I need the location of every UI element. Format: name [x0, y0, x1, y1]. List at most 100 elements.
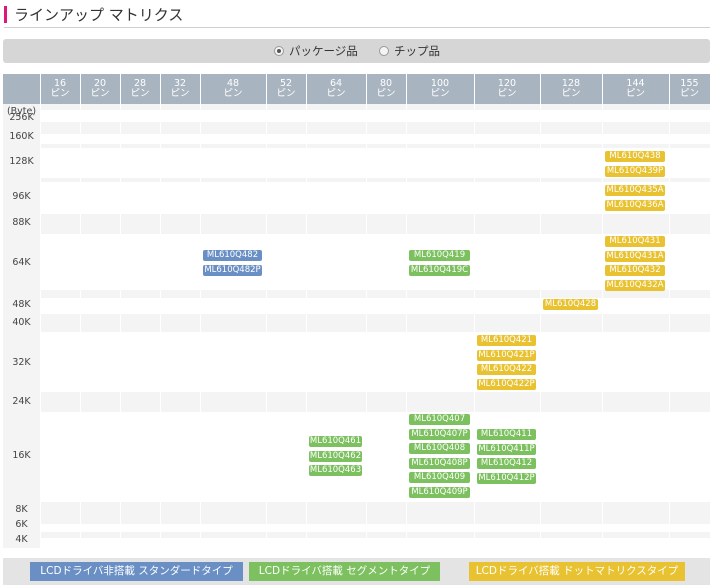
part-chip[interactable]: ML610Q461	[309, 436, 362, 447]
memory-size-label: 48K	[12, 299, 31, 310]
column-divider	[306, 74, 307, 548]
pin-unit: ピン	[90, 88, 110, 99]
part-chip[interactable]: ML610Q407	[409, 414, 470, 425]
part-chip[interactable]: ML610Q421P	[477, 349, 536, 361]
pin-column-header: 28 ピン	[120, 74, 160, 104]
matrix-row-band	[40, 332, 710, 392]
pin-column-header: 52 ピン	[266, 74, 306, 104]
pin-column-header: 20 ピン	[80, 74, 120, 104]
part-chip[interactable]: ML610Q409	[409, 472, 470, 483]
part-chip[interactable]: ML610Q436A	[605, 199, 665, 211]
memory-size-label: 8K	[15, 504, 28, 515]
lineup-matrix: 16 ピン 20 ピン 28 ピン 32 ピン 48 ピン 52 ピン 64 ピン 80 ピン 100 ピン 120…	[3, 74, 711, 548]
memory-size-label: 96K	[12, 191, 31, 202]
part-chip[interactable]: ML610Q408P	[409, 457, 470, 469]
memory-size-label: 40K	[12, 317, 31, 328]
pin-column-header: 120 ピン	[474, 74, 540, 104]
part-chip[interactable]: ML610Q439P	[605, 165, 665, 177]
pin-unit: ピン	[430, 88, 450, 99]
radio-package-label: パッケージ品	[289, 44, 358, 58]
column-divider	[366, 74, 367, 548]
part-chip[interactable]: ML610Q462	[309, 450, 362, 462]
pin-column-header: 64 ピン	[306, 74, 366, 104]
part-chip[interactable]: ML610Q431	[605, 236, 665, 247]
page-title: ラインアップ マトリクス	[14, 6, 184, 24]
pin-column-header: 80 ピン	[366, 74, 406, 104]
pin-unit: ピン	[497, 88, 517, 99]
part-chip[interactable]: ML610Q438	[605, 151, 665, 162]
pin-column-header: 48 ピン	[200, 74, 266, 104]
radio-chip[interactable]: チップ品	[379, 42, 440, 60]
part-chip[interactable]: ML610Q482P	[203, 264, 262, 276]
part-chip[interactable]: ML610Q421	[477, 335, 536, 346]
pin-column-header: 155 ピン	[669, 74, 710, 104]
pin-unit: ピン	[223, 88, 243, 99]
column-divider	[474, 74, 475, 548]
matrix-row-band	[40, 524, 710, 532]
memory-size-label: 6K	[15, 519, 28, 530]
part-chip[interactable]: ML610Q482	[203, 250, 262, 261]
legend-bar: LCDドライバ非搭載 スタンダードタイプ LCDドライバ搭載 セグメントタイプ LC…	[3, 558, 710, 585]
column-divider	[120, 74, 121, 548]
column-divider	[710, 74, 711, 548]
matrix-row-band	[40, 134, 710, 144]
part-chip[interactable]: ML610Q412P	[477, 472, 536, 484]
column-divider	[266, 74, 267, 548]
matrix-row-band	[40, 110, 710, 122]
pin-unit: ピン	[679, 88, 699, 99]
pin-column-header: 100 ピン	[406, 74, 474, 104]
memory-size-label: 128K	[9, 156, 34, 167]
page-header: ラインアップ マトリクス	[4, 4, 710, 28]
part-chip[interactable]: ML610Q412	[477, 458, 536, 469]
column-divider	[40, 74, 41, 548]
legend-standard[interactable]: LCDドライバ非搭載 スタンダードタイプ	[30, 562, 243, 581]
column-divider	[602, 74, 603, 548]
pin-unit: ピン	[561, 88, 581, 99]
part-chip[interactable]: ML610Q409P	[409, 486, 470, 498]
column-divider	[540, 74, 541, 548]
part-chip[interactable]: ML610Q422P	[477, 378, 536, 390]
pin-unit: ピン	[170, 88, 190, 99]
pin-unit: ピン	[50, 88, 70, 99]
memory-size-label: 160K	[9, 131, 34, 142]
column-divider	[406, 74, 407, 548]
pin-column-header: 144 ピン	[602, 74, 669, 104]
radio-package[interactable]: パッケージ品	[274, 42, 358, 60]
column-divider	[80, 74, 81, 548]
part-chip[interactable]: ML610Q432A	[605, 279, 665, 291]
column-divider	[669, 74, 670, 548]
pin-unit: ピン	[376, 88, 396, 99]
part-chip[interactable]: ML610Q432	[605, 265, 665, 276]
part-chip[interactable]: ML610Q411P	[477, 443, 536, 455]
column-divider	[160, 74, 161, 548]
part-chip[interactable]: ML610Q411	[477, 429, 536, 440]
matrix-row-band	[40, 538, 710, 548]
radio-package-indicator[interactable]	[274, 46, 284, 56]
pin-unit: ピン	[130, 88, 150, 99]
memory-size-label: 4K	[15, 534, 28, 545]
pin-column-header: 16 ピン	[40, 74, 80, 104]
memory-size-label: 64K	[12, 257, 31, 268]
part-chip[interactable]: ML610Q408	[409, 443, 470, 454]
memory-size-label: 24K	[12, 396, 31, 407]
column-divider	[200, 74, 201, 548]
memory-size-label: 88K	[12, 217, 31, 228]
legend-segment[interactable]: LCDドライバ搭載 セグメントタイプ	[249, 562, 440, 581]
part-chip[interactable]: ML610Q463	[309, 465, 362, 476]
part-chip[interactable]: ML610Q428	[543, 299, 598, 310]
matrix-row-band	[40, 298, 710, 314]
title-accent-bar	[4, 6, 7, 23]
part-chip[interactable]: ML610Q431A	[605, 250, 665, 262]
pin-column-header: 128 ピン	[540, 74, 602, 104]
part-chip[interactable]: ML610Q407P	[409, 428, 470, 440]
part-chip[interactable]: ML610Q435A	[605, 185, 665, 196]
package-filter-bar: パッケージ品 チップ品	[3, 39, 710, 63]
memory-size-label: 16K	[12, 450, 31, 461]
pin-unit: ピン	[625, 88, 645, 99]
part-chip[interactable]: ML610Q422	[477, 364, 536, 375]
memory-size-label: 256K	[9, 112, 34, 123]
radio-chip-indicator[interactable]	[379, 46, 389, 56]
part-chip[interactable]: ML610Q419	[409, 250, 470, 261]
legend-dot-matrix[interactable]: LCDドライバ搭載 ドットマトリクスタイプ	[469, 562, 685, 581]
part-chip[interactable]: ML610Q419C	[409, 264, 470, 276]
